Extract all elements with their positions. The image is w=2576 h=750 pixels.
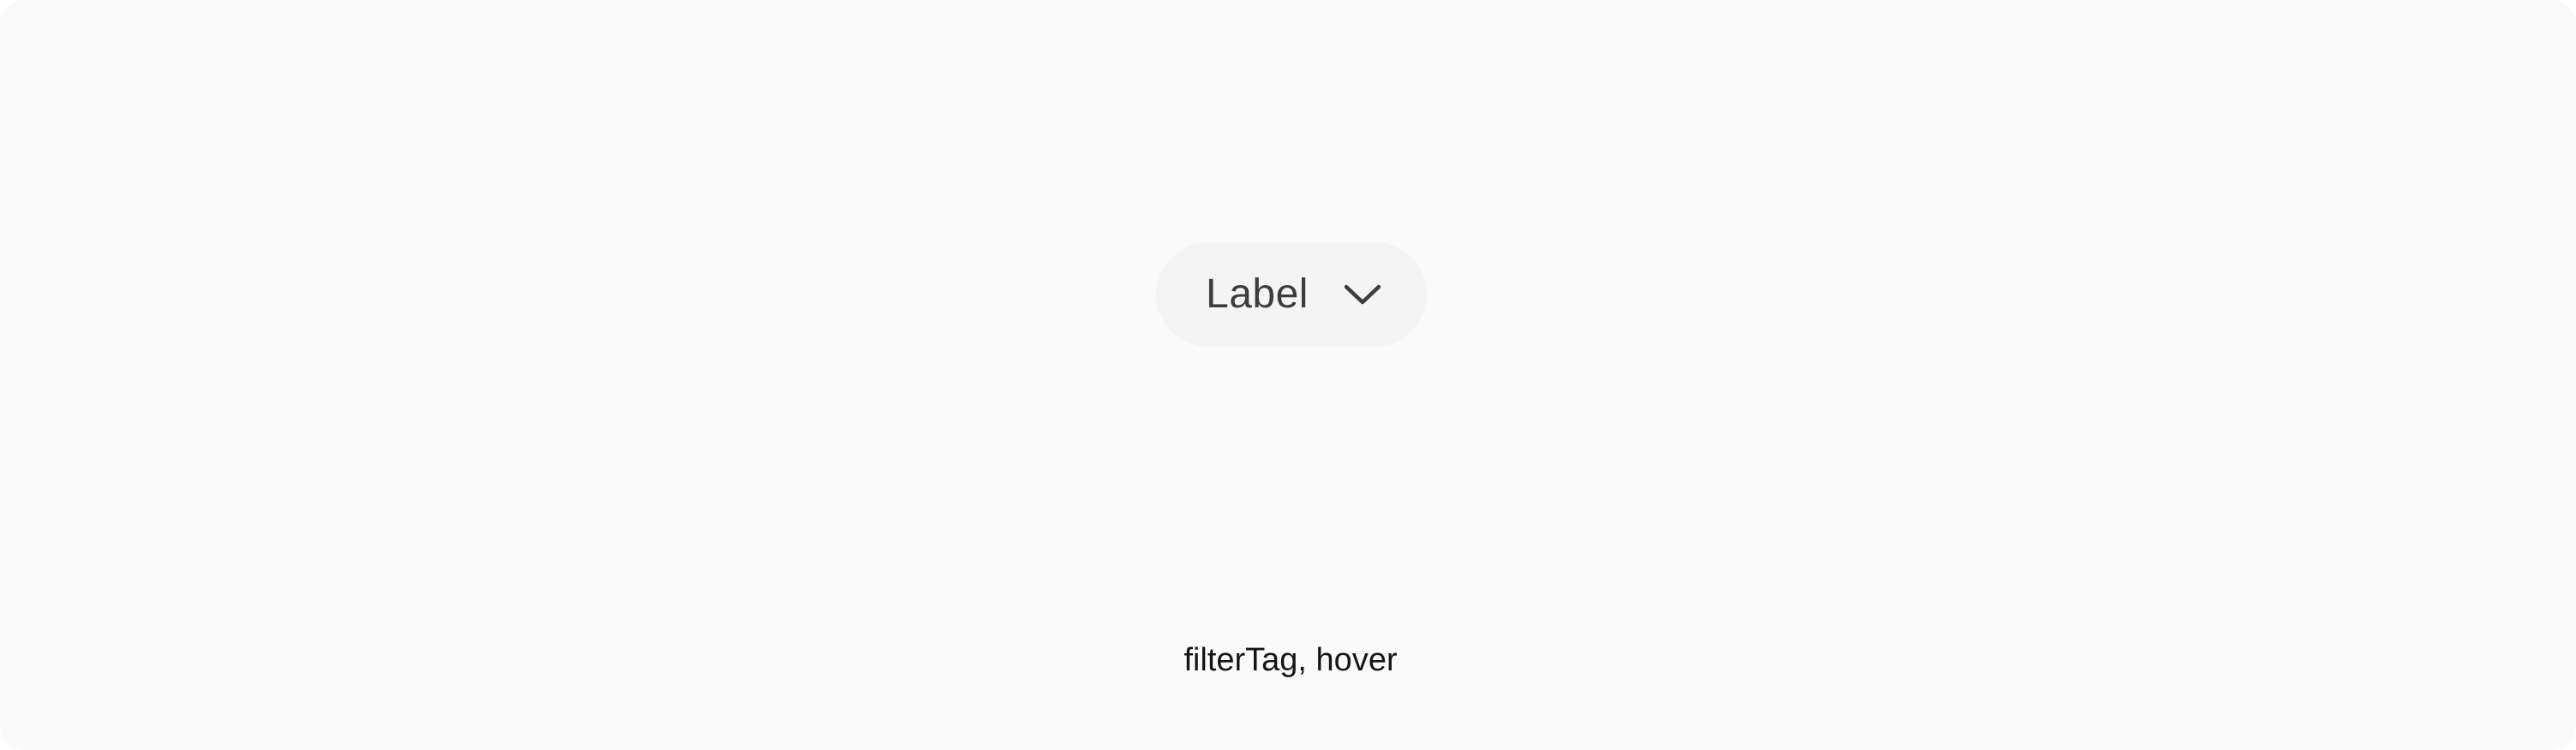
chevron-down-icon	[1344, 284, 1381, 305]
filter-tag-button[interactable]: Label	[1156, 242, 1427, 347]
component-caption: filterTag, hover	[1184, 642, 1398, 678]
component-preview-canvas: Label filterTag, hover	[0, 0, 2576, 750]
filter-tag-label: Label	[1206, 271, 1309, 317]
